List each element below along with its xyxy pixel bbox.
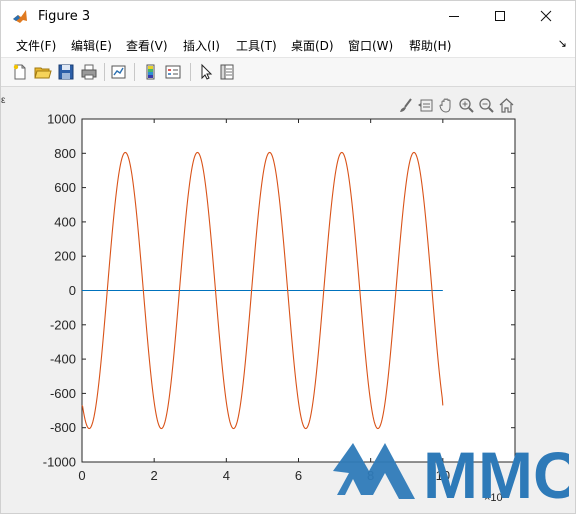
y-tick-label: 400 — [54, 214, 76, 229]
y-tick-label: -1000 — [43, 455, 76, 470]
x-tick-label: 0 — [78, 468, 85, 483]
y-tick-label: -200 — [50, 317, 76, 332]
y-tick-label: 200 — [54, 249, 76, 264]
figure-window: Figure 3 文件(F) 编辑(E) 查看(V) 插入(I) 工具(T) 桌… — [0, 0, 576, 514]
y-tick-label: -600 — [50, 386, 76, 401]
y-tick-label: -400 — [50, 352, 76, 367]
y-tick-label: 800 — [54, 146, 76, 161]
y-tick-label: -800 — [50, 420, 76, 435]
y-tick-labels: 1000 800 600 400 200 0 -200 -400 -600 -800 -1000 — [43, 112, 76, 470]
x-tick-label: 2 — [151, 468, 158, 483]
y-tick-label: 1000 — [47, 112, 76, 127]
watermark-text: MMC — [423, 438, 569, 507]
x-tick-label: 4 — [223, 468, 230, 483]
mmc-watermark-logo: MMC — [333, 438, 569, 507]
y-tick-label: 0 — [69, 283, 76, 298]
x-tick-label: 6 — [295, 468, 302, 483]
y-tick-label: 600 — [54, 180, 76, 195]
